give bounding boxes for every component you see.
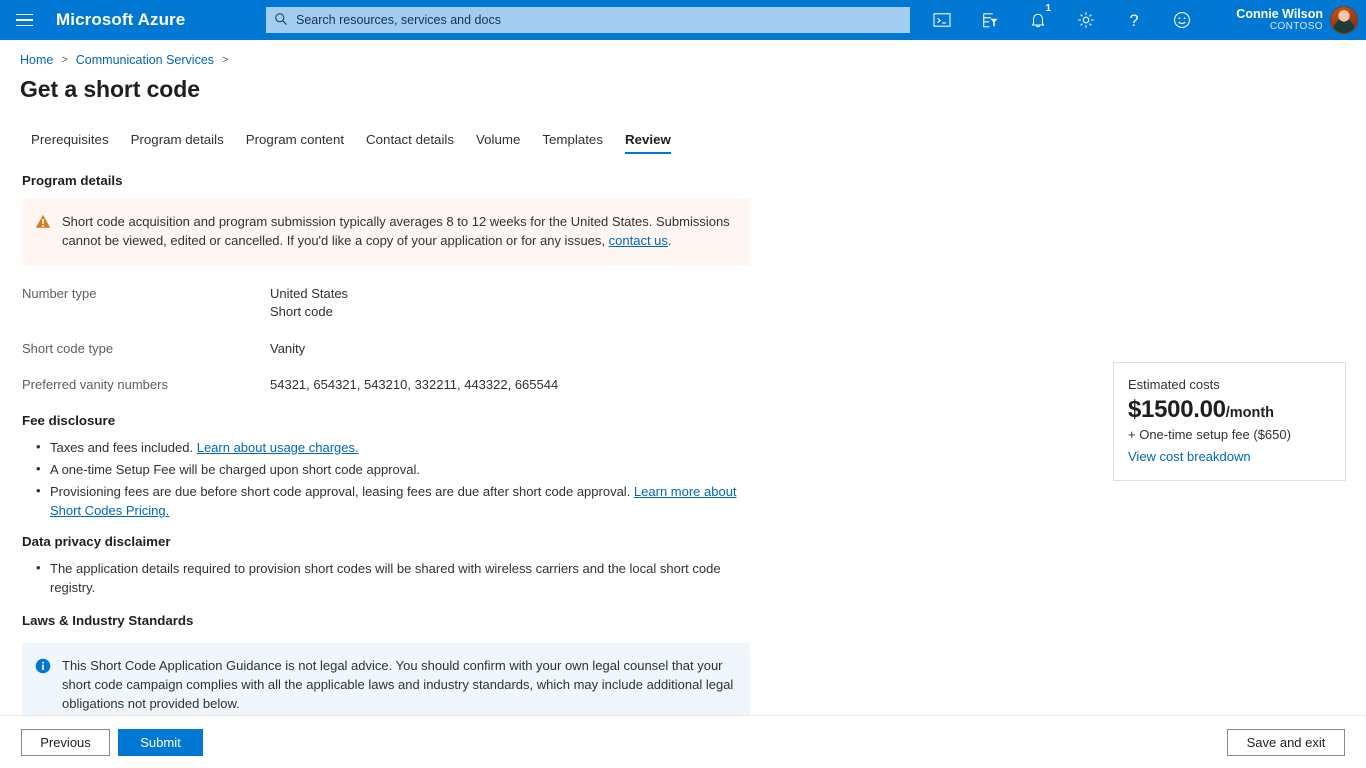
estimated-costs-label: Estimated costs — [1128, 377, 1329, 392]
cloud-shell-icon[interactable] — [918, 0, 966, 40]
section-heading-laws-industry-standards: Laws & Industry Standards — [22, 613, 1366, 628]
feedback-smiley-icon[interactable] — [1158, 0, 1206, 40]
privacy-item-text: The application details required to prov… — [50, 561, 721, 594]
list-item: Taxes and fees included. Learn about usa… — [36, 439, 751, 457]
tab-volume[interactable]: Volume — [465, 128, 531, 154]
list-item: Provisioning fees are due before short c… — [36, 483, 751, 520]
section-heading-program-details: Program details — [22, 173, 1366, 188]
breadcrumb-separator-icon: > — [222, 54, 228, 66]
user-name: Connie Wilson — [1236, 7, 1323, 21]
hamburger-menu-icon[interactable] — [0, 0, 48, 40]
user-account-menu[interactable]: Connie Wilson CONTOSO — [1236, 0, 1366, 40]
fee-item-text: A one-time Setup Fee will be charged upo… — [50, 462, 420, 477]
search-icon — [274, 12, 292, 28]
global-search-box[interactable] — [266, 7, 910, 33]
usage-charges-link[interactable]: Learn about usage charges. — [197, 440, 359, 455]
info-banner-text: This Short Code Application Guidance is … — [62, 657, 736, 714]
view-cost-breakdown-link[interactable]: View cost breakdown — [1128, 449, 1329, 464]
contact-us-link[interactable]: contact us — [609, 233, 668, 248]
wizard-footer-action-bar: Previous Submit Save and exit — [0, 715, 1366, 768]
notifications-bell-icon[interactable]: 1 — [1014, 0, 1062, 40]
breadcrumb: Home > Communication Services > — [20, 53, 1366, 67]
wizard-tab-strip: Prerequisites Program details Program co… — [20, 128, 1366, 154]
notification-count-badge: 1 — [1045, 4, 1051, 14]
hamburger-bar — [16, 14, 33, 16]
page-title: Get a short code — [20, 76, 1366, 103]
fee-item-text: Provisioning fees are due before short c… — [50, 484, 634, 499]
detail-value: Vanity — [270, 340, 305, 358]
azure-brand-logo[interactable]: Microsoft Azure — [56, 10, 185, 30]
breadcrumb-item-home[interactable]: Home — [20, 53, 53, 67]
breadcrumb-item-communication-services[interactable]: Communication Services — [76, 53, 214, 67]
review-content-area: Program details Short code acquisition a… — [0, 173, 1366, 728]
detail-label: Number type — [22, 285, 270, 322]
warning-banner: Short code acquisition and program submi… — [22, 199, 750, 265]
list-item: A one-time Setup Fee will be charged upo… — [36, 461, 751, 479]
detail-row-number-type: Number type United States Short code — [22, 285, 1366, 322]
tab-program-details[interactable]: Program details — [120, 128, 235, 154]
cost-amount-value: $1500.00 — [1128, 396, 1226, 423]
tab-program-content[interactable]: Program content — [235, 128, 355, 154]
data-privacy-list: The application details required to prov… — [36, 560, 751, 597]
help-question-icon[interactable]: ? — [1110, 0, 1158, 40]
user-identity: Connie Wilson CONTOSO — [1236, 7, 1323, 33]
detail-row-short-code-type: Short code type Vanity — [22, 340, 1366, 358]
fee-disclosure-list: Taxes and fees included. Learn about usa… — [36, 439, 751, 521]
list-item: The application details required to prov… — [36, 560, 751, 597]
detail-value: 54321, 654321, 543210, 332211, 443322, 6… — [270, 376, 558, 394]
detail-value: United States Short code — [270, 285, 348, 322]
top-bar-icon-group: 1 ? — [918, 0, 1206, 40]
section-heading-data-privacy: Data privacy disclaimer — [22, 534, 1366, 549]
estimated-cost-amount: $1500.00/month — [1128, 397, 1329, 422]
breadcrumb-separator-icon: > — [61, 54, 67, 66]
info-circle-icon — [35, 657, 52, 714]
tab-templates[interactable]: Templates — [531, 128, 614, 154]
detail-label: Preferred vanity numbers — [22, 376, 270, 394]
one-time-setup-fee-text: + One-time setup fee ($650) — [1128, 427, 1329, 442]
previous-button[interactable]: Previous — [21, 729, 110, 756]
cost-period: /month — [1226, 405, 1274, 421]
detail-label: Short code type — [22, 340, 270, 358]
tab-prerequisites[interactable]: Prerequisites — [20, 128, 120, 154]
hamburger-bar — [16, 19, 33, 21]
warning-text-part-2: . — [668, 233, 672, 248]
submit-button[interactable]: Submit — [118, 729, 203, 756]
search-input[interactable] — [292, 13, 902, 27]
fee-item-text: Taxes and fees included. — [50, 440, 197, 455]
directory-filter-icon[interactable] — [966, 0, 1014, 40]
tab-contact-details[interactable]: Contact details — [355, 128, 465, 154]
estimated-costs-card: Estimated costs $1500.00/month + One-tim… — [1113, 362, 1346, 481]
user-organization: CONTOSO — [1236, 21, 1323, 33]
warning-triangle-icon — [35, 213, 52, 251]
tab-review[interactable]: Review — [614, 128, 682, 154]
settings-gear-icon[interactable] — [1062, 0, 1110, 40]
azure-top-navigation-bar: Microsoft Azure — [0, 0, 1366, 40]
avatar[interactable] — [1330, 6, 1358, 34]
hamburger-bar — [16, 25, 33, 27]
save-and-exit-button[interactable]: Save and exit — [1227, 729, 1345, 756]
svg-text:?: ? — [1130, 12, 1139, 30]
warning-banner-text: Short code acquisition and program submi… — [62, 213, 736, 251]
